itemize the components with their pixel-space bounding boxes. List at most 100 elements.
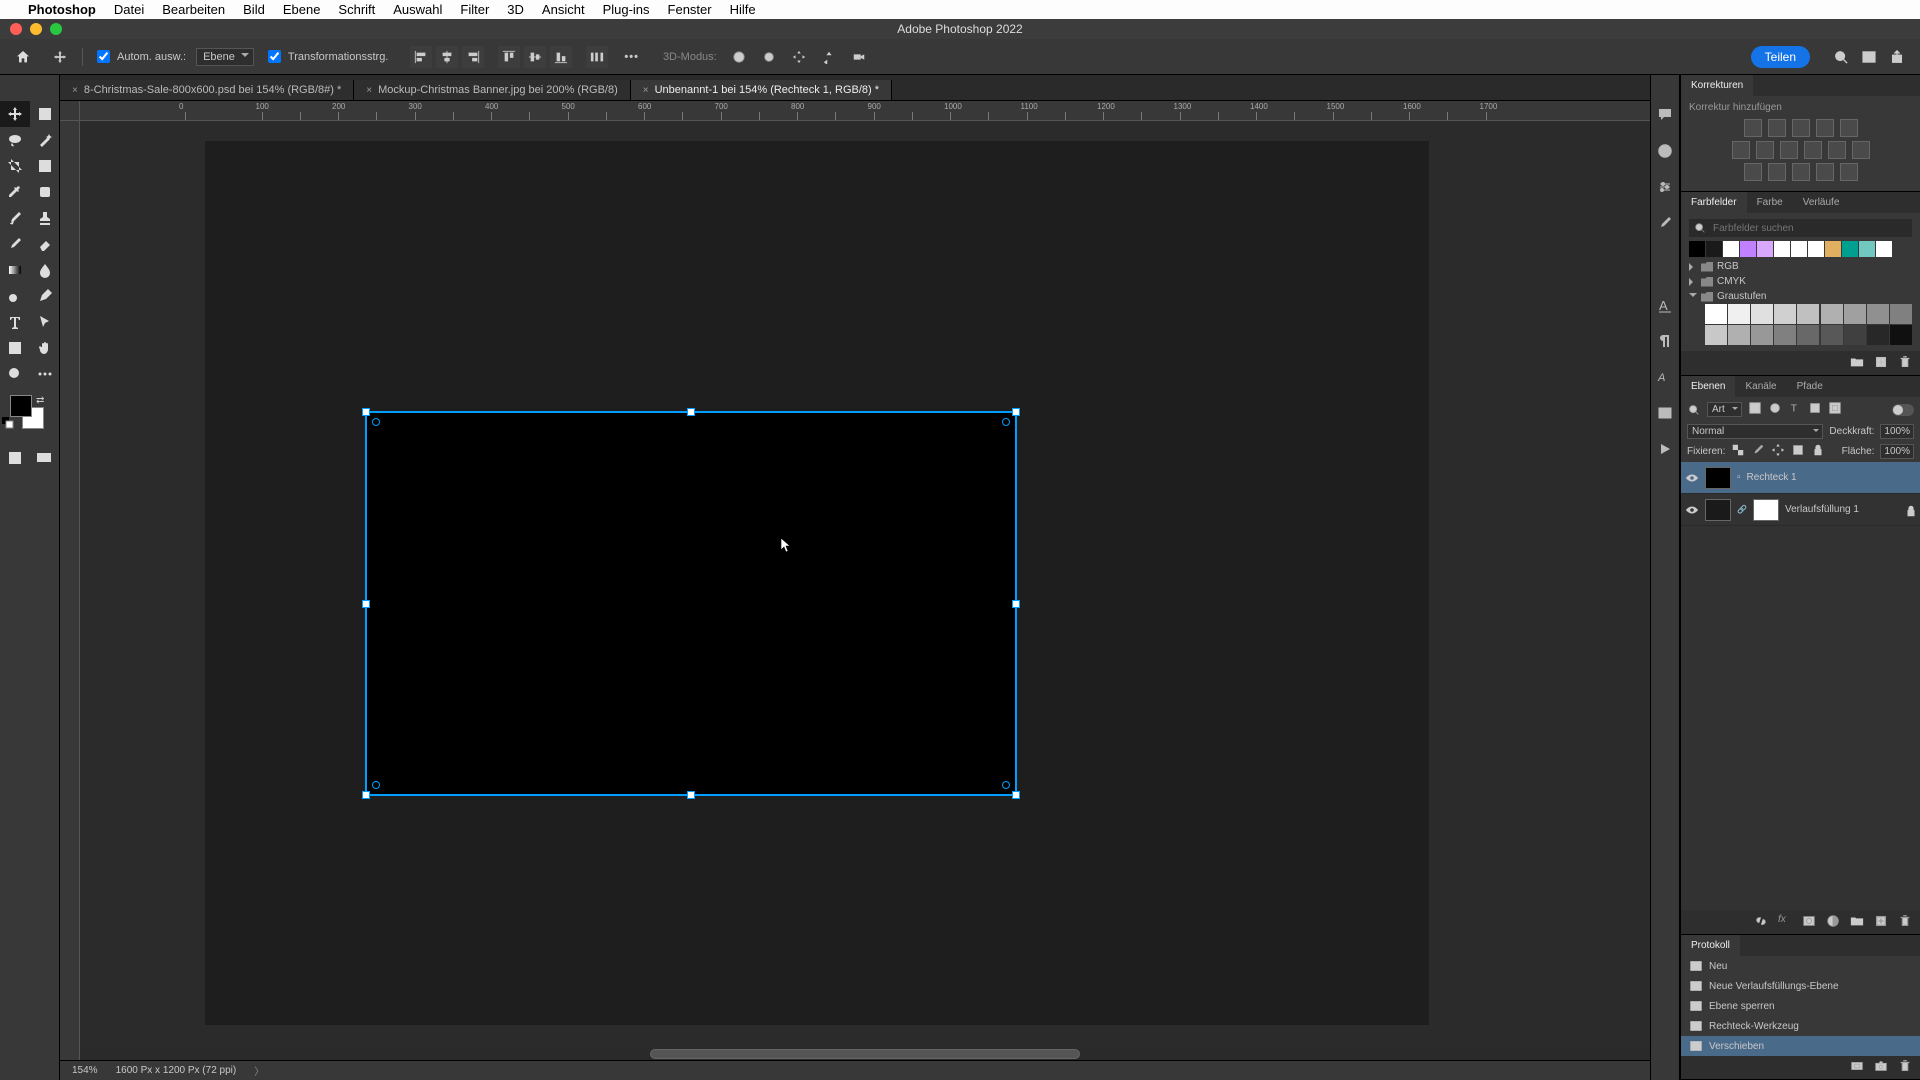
zoom-tool[interactable] — [0, 361, 30, 387]
menu-layer[interactable]: Ebene — [283, 2, 321, 17]
swatch[interactable] — [1774, 325, 1796, 345]
crop-tool[interactable] — [0, 153, 30, 179]
vibrance-icon[interactable] — [1840, 119, 1858, 137]
swatch-folder[interactable]: CMYK — [1689, 274, 1912, 289]
align-vcenter-button[interactable] — [524, 46, 546, 68]
bw-icon[interactable] — [1780, 141, 1798, 159]
lock-pixels-icon[interactable] — [1751, 443, 1765, 460]
swatch[interactable] — [1791, 241, 1807, 257]
swatch[interactable] — [1728, 325, 1750, 345]
tab-swatches[interactable]: Farbfelder — [1681, 192, 1747, 213]
link-layers-icon[interactable] — [1754, 914, 1770, 930]
filter-adjust-icon[interactable] — [1768, 401, 1782, 418]
app-name[interactable]: Photoshop — [28, 2, 96, 17]
fill-value[interactable]: 100% — [1880, 444, 1914, 459]
levels-icon[interactable] — [1768, 119, 1786, 137]
dodge-tool[interactable] — [0, 283, 30, 309]
quick-mask-button[interactable] — [0, 445, 30, 471]
properties-panel-icon[interactable] — [1655, 177, 1675, 197]
canvas[interactable] — [80, 121, 1650, 1060]
swatch[interactable] — [1797, 325, 1819, 345]
align-bottom-button[interactable] — [550, 46, 572, 68]
actions-panel-icon[interactable] — [1655, 439, 1675, 459]
swatch[interactable] — [1774, 304, 1796, 324]
invert-icon[interactable] — [1744, 163, 1762, 181]
window-zoom-button[interactable] — [50, 23, 62, 35]
filter-pixel-icon[interactable] — [1748, 401, 1762, 418]
swatch[interactable] — [1689, 241, 1705, 257]
lock-artboard-icon[interactable] — [1791, 443, 1805, 460]
transform-handle[interactable] — [687, 408, 695, 416]
swatch[interactable] — [1844, 325, 1866, 345]
curves-icon[interactable] — [1792, 119, 1810, 137]
tab-layers[interactable]: Ebenen — [1681, 376, 1735, 397]
3d-camera-icon[interactable] — [847, 45, 871, 69]
swatch[interactable] — [1821, 325, 1843, 345]
history-step[interactable]: Ebene sperren — [1681, 996, 1920, 1016]
swatch[interactable] — [1774, 241, 1790, 257]
new-adjustment-layer-icon[interactable] — [1826, 914, 1842, 930]
lock-position-icon[interactable] — [1771, 443, 1785, 460]
swatch[interactable] — [1890, 304, 1912, 324]
share-button[interactable]: Teilen — [1751, 46, 1810, 68]
swatch[interactable] — [1797, 304, 1819, 324]
transform-handle[interactable] — [362, 791, 370, 799]
brightness-icon[interactable] — [1744, 119, 1762, 137]
search-icon[interactable] — [1832, 48, 1850, 66]
menu-window[interactable]: Fenster — [668, 2, 712, 17]
scrollbar-thumb[interactable] — [650, 1049, 1080, 1059]
transform-handle[interactable] — [1012, 600, 1020, 608]
layer-fx-icon[interactable]: fx — [1778, 914, 1794, 930]
selective-color-icon[interactable] — [1840, 163, 1858, 181]
home-button[interactable] — [8, 44, 38, 70]
layer-name[interactable]: Verlaufsfüllung 1 — [1785, 504, 1859, 515]
shape-rectangle[interactable] — [365, 411, 1017, 796]
swatch[interactable] — [1844, 304, 1866, 324]
swatch[interactable] — [1751, 304, 1773, 324]
type-tool[interactable] — [0, 309, 30, 335]
anchor-point[interactable] — [1002, 781, 1010, 789]
new-layer-icon[interactable] — [1874, 914, 1890, 930]
layer-row[interactable]: ▫Rechteck 1 — [1681, 462, 1920, 494]
ruler-horizontal[interactable]: 0100200300400500600700800900100011001200… — [80, 101, 1650, 120]
character-panel-icon[interactable]: A — [1655, 295, 1675, 315]
new-snapshot-icon[interactable] — [1874, 1059, 1888, 1076]
close-icon[interactable]: × — [366, 85, 372, 96]
tab-adjustments[interactable]: Korrekturen — [1681, 75, 1753, 96]
layer-mask-thumbnail[interactable] — [1753, 499, 1779, 521]
swatch-folder[interactable]: Graustufen — [1689, 289, 1912, 304]
screen-mode-button[interactable] — [30, 445, 60, 471]
window-minimize-button[interactable] — [30, 23, 42, 35]
trash-icon[interactable] — [1898, 1059, 1912, 1076]
new-group-icon[interactable] — [1850, 355, 1866, 371]
layer-thumbnail[interactable] — [1705, 467, 1731, 489]
frame-tool[interactable] — [30, 153, 60, 179]
align-hcenter-button[interactable] — [436, 46, 458, 68]
swatch[interactable] — [1825, 241, 1841, 257]
swatch[interactable] — [1728, 304, 1750, 324]
gradient-tool[interactable] — [0, 257, 30, 283]
workspace-switcher-icon[interactable] — [1860, 48, 1878, 66]
menu-view[interactable]: Ansicht — [542, 2, 585, 17]
anchor-point[interactable] — [372, 781, 380, 789]
close-icon[interactable]: × — [72, 85, 78, 96]
ruler-vertical[interactable] — [60, 121, 80, 1060]
filter-toggle[interactable] — [1892, 404, 1914, 416]
history-step[interactable]: Rechteck-Werkzeug — [1681, 1016, 1920, 1036]
info-panel-icon[interactable] — [1655, 141, 1675, 161]
doc-tab-0[interactable]: ×8-Christmas-Sale-800x600.psd bei 154% (… — [60, 80, 354, 100]
comment-panel-icon[interactable] — [1655, 105, 1675, 125]
swatch[interactable] — [1705, 325, 1727, 345]
history-step[interactable]: Verschieben — [1681, 1036, 1920, 1056]
swatch[interactable] — [1808, 241, 1824, 257]
layer-mask-icon[interactable] — [1802, 914, 1818, 930]
3d-roll-icon[interactable] — [757, 45, 781, 69]
transform-handle[interactable] — [1012, 791, 1020, 799]
channel-mixer-icon[interactable] — [1828, 141, 1846, 159]
lasso-tool[interactable] — [0, 127, 30, 153]
lock-transparency-icon[interactable] — [1731, 443, 1745, 460]
swatch-folder[interactable]: RGB — [1689, 259, 1912, 274]
align-top-button[interactable] — [498, 46, 520, 68]
menu-help[interactable]: Hilfe — [730, 2, 756, 17]
layer-name[interactable]: Rechteck 1 — [1747, 472, 1797, 483]
